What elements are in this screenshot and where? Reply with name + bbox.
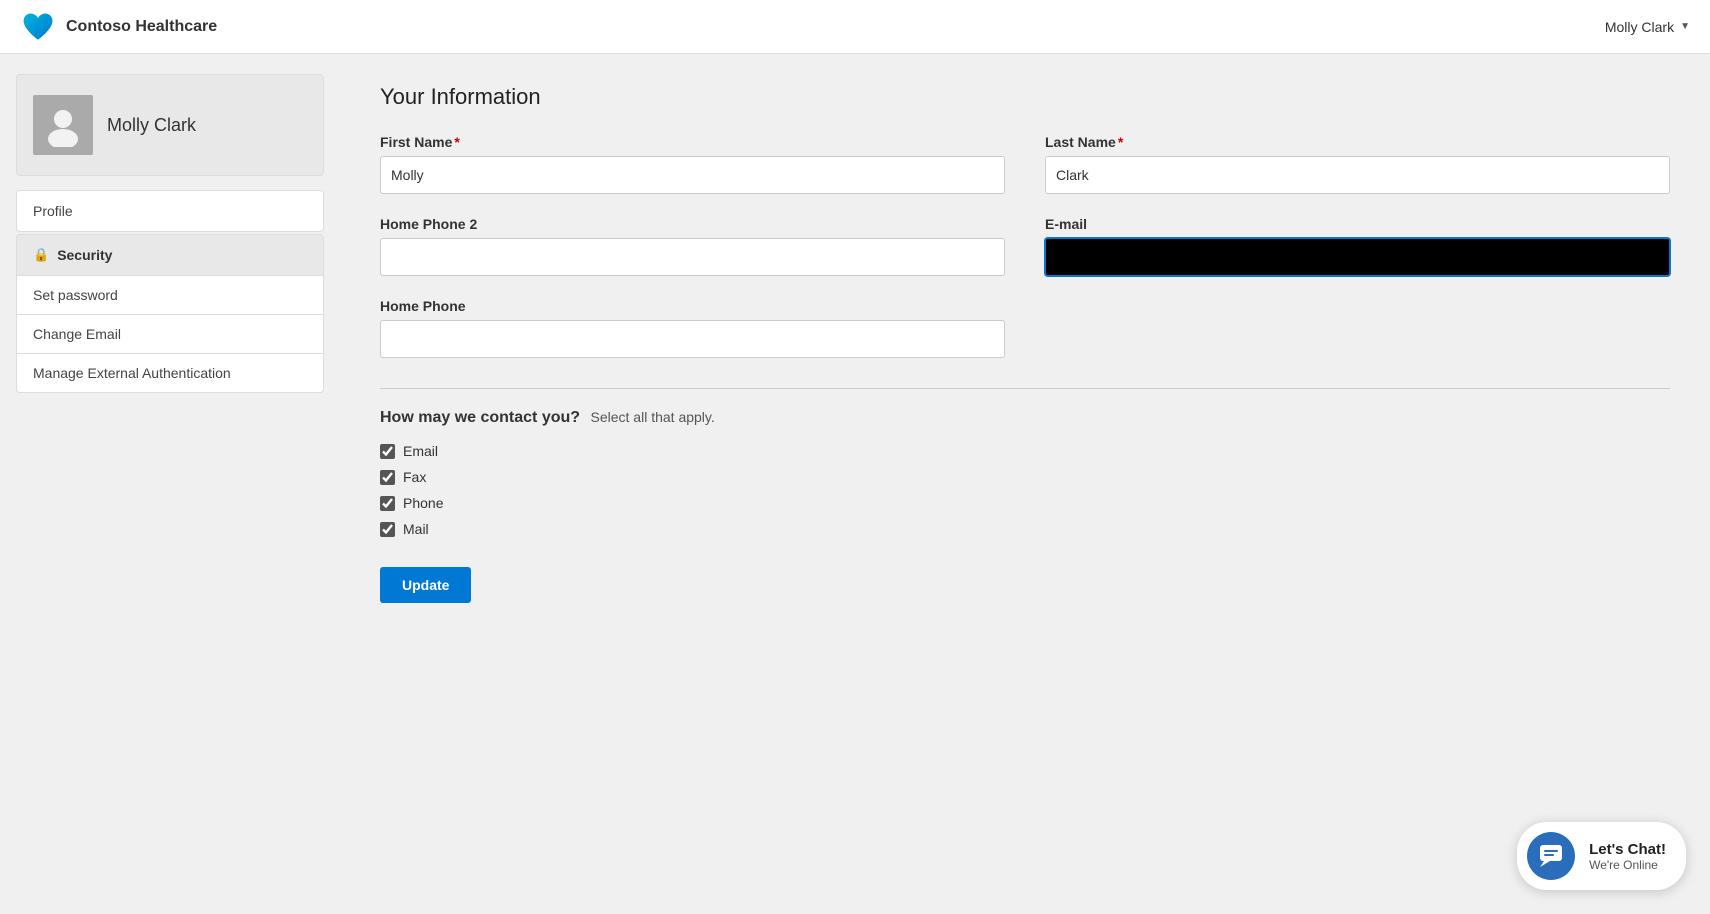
first-name-label: First Name*: [380, 134, 1005, 150]
first-name-group: First Name*: [380, 134, 1005, 194]
divider: [380, 388, 1670, 389]
last-name-group: Last Name*: [1045, 134, 1670, 194]
main-content: Your Information First Name* Last Name* …: [340, 54, 1710, 914]
checkbox-fax-label: Fax: [403, 469, 426, 485]
sidebar: Molly Clark Profile 🔒 Security Set passw…: [0, 54, 340, 914]
sidebar-profile-label: Profile: [33, 203, 73, 219]
checkbox-fax-input[interactable]: [380, 470, 395, 485]
checkbox-list: Email Fax Phone Mail: [380, 443, 1670, 537]
placeholder-group: [1045, 298, 1670, 358]
chat-bubble-icon: [1538, 843, 1564, 869]
update-button[interactable]: Update: [380, 567, 471, 603]
chat-widget[interactable]: Let's Chat! We're Online: [1517, 822, 1686, 890]
checkbox-email-input[interactable]: [380, 444, 395, 459]
checkbox-fax[interactable]: Fax: [380, 469, 1670, 485]
sidebar-user-card: Molly Clark: [16, 74, 324, 176]
home-phone-label: Home Phone: [380, 298, 1005, 314]
sidebar-security-label: Security: [57, 247, 112, 263]
user-menu[interactable]: Molly Clark ▼: [1605, 19, 1690, 35]
email-label: E-mail: [1045, 216, 1670, 232]
sidebar-item-manage-ext-auth[interactable]: Manage External Authentication: [16, 354, 324, 393]
phone2-email-row: Home Phone 2 E-mail: [380, 216, 1670, 276]
brand-logo-icon: [20, 9, 56, 45]
header-user-name: Molly Clark: [1605, 19, 1674, 35]
checkbox-email-label: Email: [403, 443, 438, 459]
checkbox-mail-label: Mail: [403, 521, 429, 537]
sidebar-user-name: Molly Clark: [107, 115, 196, 136]
sidebar-item-change-email[interactable]: Change Email: [16, 315, 324, 354]
home-phone2-label: Home Phone 2: [380, 216, 1005, 232]
avatar: [33, 95, 93, 155]
home-phone-group: Home Phone: [380, 298, 1005, 358]
last-name-input[interactable]: [1045, 156, 1670, 194]
brand-name: Contoso Healthcare: [66, 18, 217, 36]
home-phone-input[interactable]: [380, 320, 1005, 358]
chat-title: Let's Chat!: [1589, 841, 1666, 858]
email-input[interactable]: [1045, 238, 1670, 276]
home-phone2-group: Home Phone 2: [380, 216, 1005, 276]
last-name-label: Last Name*: [1045, 134, 1670, 150]
sidebar-item-profile[interactable]: Profile: [16, 190, 324, 232]
user-avatar-icon: [41, 103, 85, 147]
chat-text: Let's Chat! We're Online: [1589, 841, 1666, 872]
lock-icon: 🔒: [33, 247, 49, 263]
chevron-down-icon: ▼: [1680, 21, 1690, 32]
section-title: Your Information: [380, 84, 1670, 110]
page-wrapper: Molly Clark Profile 🔒 Security Set passw…: [0, 54, 1710, 914]
checkbox-phone-label: Phone: [403, 495, 443, 511]
email-group: E-mail: [1045, 216, 1670, 276]
sidebar-security-header: 🔒 Security: [16, 234, 324, 276]
checkbox-phone[interactable]: Phone: [380, 495, 1670, 511]
checkbox-email[interactable]: Email: [380, 443, 1670, 459]
chat-icon: [1527, 832, 1575, 880]
brand: Contoso Healthcare: [20, 9, 217, 45]
sidebar-section-security: 🔒 Security Set password Change Email Man…: [16, 234, 324, 393]
header: Contoso Healthcare Molly Clark ▼: [0, 0, 1710, 54]
checkbox-mail-input[interactable]: [380, 522, 395, 537]
first-name-input[interactable]: [380, 156, 1005, 194]
checkbox-phone-input[interactable]: [380, 496, 395, 511]
chat-subtitle: We're Online: [1589, 858, 1666, 872]
sidebar-item-set-password[interactable]: Set password: [16, 276, 324, 315]
contact-question: How may we contact you? Select all that …: [380, 409, 1670, 427]
checkbox-mail[interactable]: Mail: [380, 521, 1670, 537]
phone-row: Home Phone: [380, 298, 1670, 358]
name-row: First Name* Last Name*: [380, 134, 1670, 194]
home-phone2-input[interactable]: [380, 238, 1005, 276]
